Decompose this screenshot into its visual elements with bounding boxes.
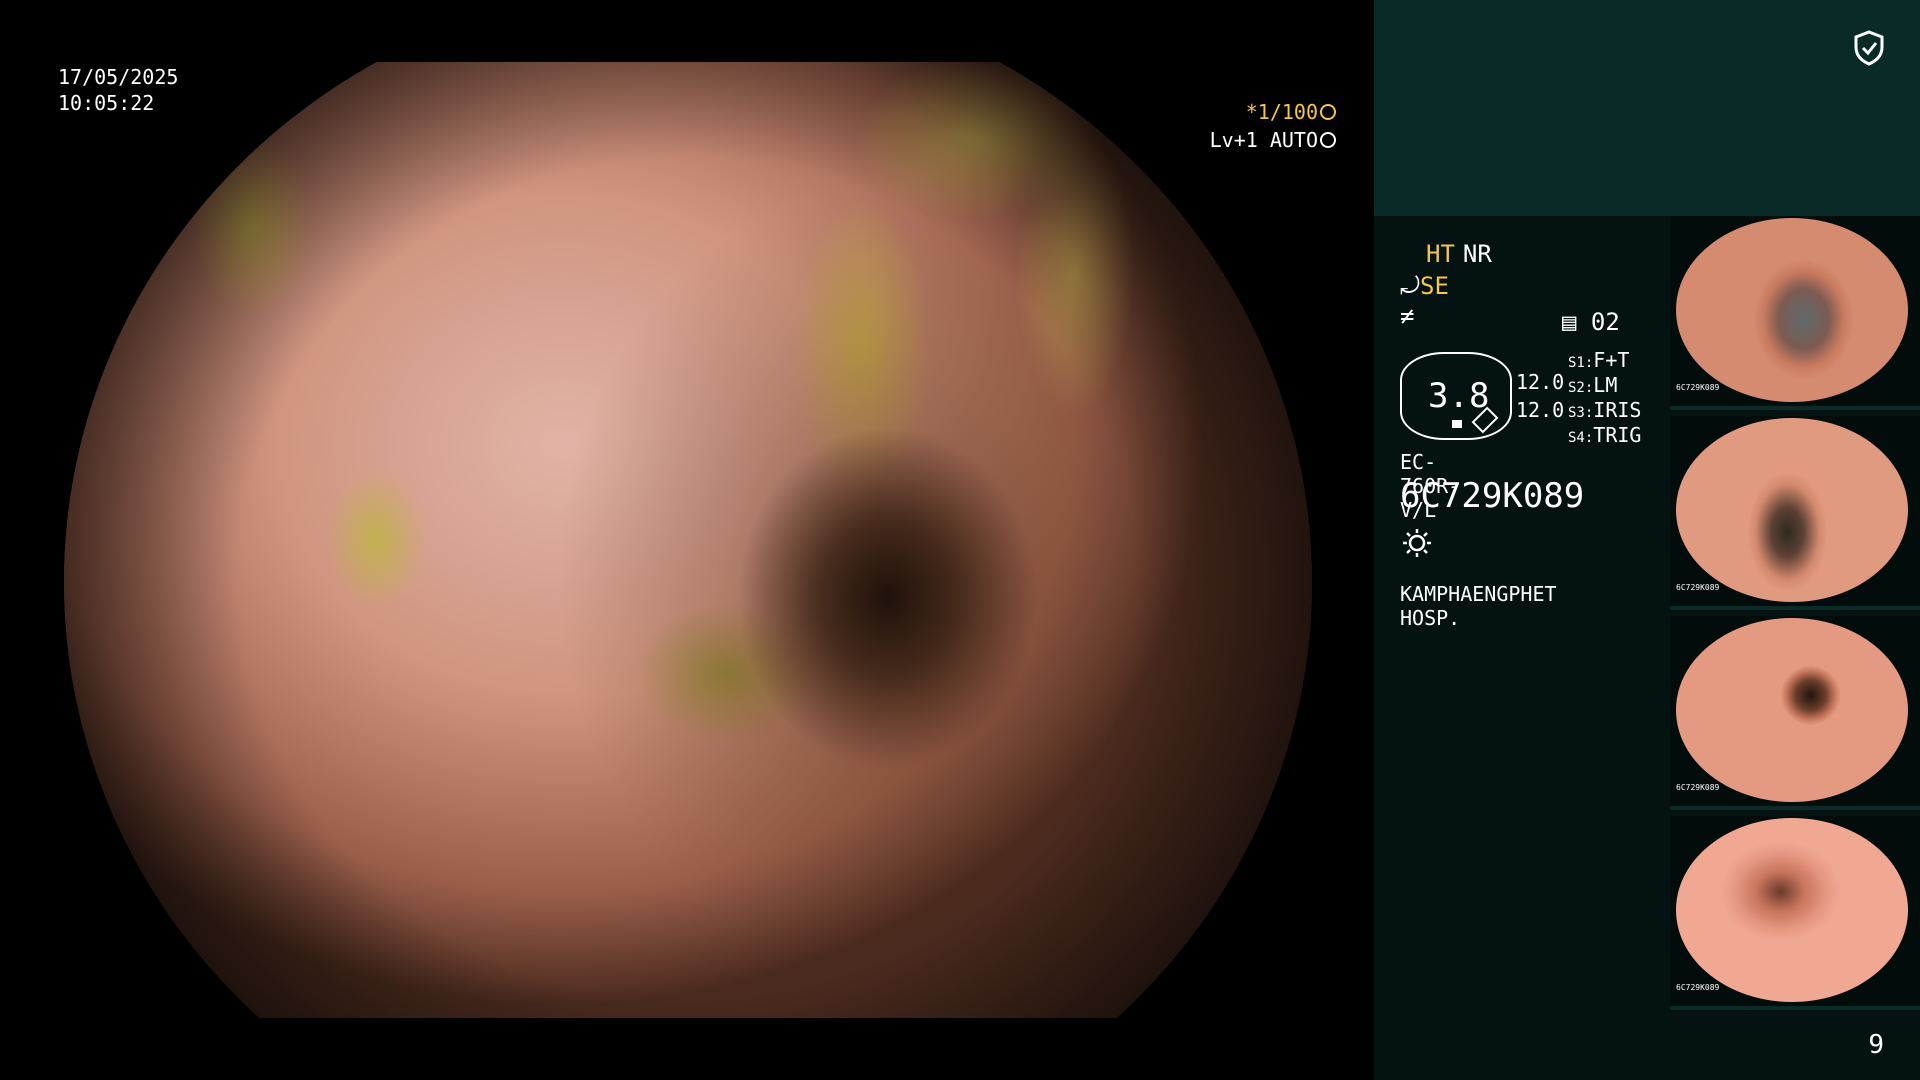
- setting-value: F+T: [1593, 348, 1630, 372]
- setting-key: S4:: [1568, 430, 1594, 446]
- freeze-row: ≠: [1400, 302, 1414, 330]
- thumbnail-image: [1676, 618, 1908, 802]
- gain-1: 12.0: [1516, 370, 1565, 394]
- time-text: 10:05:22: [58, 91, 155, 115]
- thumbnail-label: 6C729K089: [1676, 383, 1720, 392]
- scope-serial: 6C729K089: [1400, 476, 1585, 516]
- freeze-icon: ≠: [1400, 302, 1415, 330]
- thumbnail[interactable]: 6C729K089: [1670, 416, 1920, 610]
- side-panel: HT NR ⤾SE ≠ ▤ 02 3.8 12.0 12.0 S1:F+T S2:…: [1374, 0, 1920, 1080]
- endoscope-main-view: 17/05/2025 10:05:22 *1/100 Lv+1 AUTO: [0, 0, 1374, 1080]
- exposure-level: Lv+1 AUTO: [1210, 128, 1336, 152]
- thumbnail-label: 6C729K089: [1676, 983, 1720, 992]
- setting-value: TRIG: [1593, 423, 1642, 447]
- thumbnail-image: [1676, 218, 1908, 402]
- page-number: 02: [1590, 308, 1620, 336]
- setting-value: IRIS: [1593, 398, 1642, 422]
- brightness-value: 3.8: [1428, 376, 1490, 416]
- page-icon: ▤: [1562, 308, 1577, 336]
- ht-nr-row: HT NR: [1400, 240, 1492, 268]
- level-text: Lv+1 AUTO: [1209, 128, 1318, 152]
- brightness-gauge: 3.8: [1400, 352, 1512, 440]
- gain-2: 12.0: [1516, 398, 1565, 422]
- date-text: 17/05/2025: [58, 65, 179, 89]
- timestamp: 17/05/2025 10:05:22: [58, 64, 178, 116]
- thumbnail-label: 6C729K089: [1676, 583, 1720, 592]
- nr-label: NR: [1462, 240, 1492, 268]
- setting-key: S3:: [1568, 405, 1594, 421]
- setting-key: S2:: [1568, 380, 1594, 396]
- thumbnail-image: [1676, 818, 1908, 1002]
- enhance-icon: ⤾: [1400, 272, 1420, 300]
- setting-s4: S4:TRIG: [1568, 423, 1641, 447]
- setting-s3: S3:IRIS: [1568, 398, 1641, 422]
- auto-iris-icon: [1320, 132, 1336, 148]
- sun-icon: [1403, 529, 1431, 557]
- image-vignette: [64, 62, 1312, 1018]
- thumbnail[interactable]: 6C729K089: [1670, 216, 1920, 410]
- hospital-name: KAMPHAENGPHET HOSP.: [1400, 582, 1557, 630]
- shutter-speed: *1/100: [1246, 100, 1336, 124]
- setting-s2: S2:LM: [1568, 373, 1617, 397]
- se-label: SE: [1420, 272, 1449, 300]
- shutter-text: *1/100: [1245, 100, 1318, 124]
- thumbnail[interactable]: 6C729K089: [1670, 816, 1920, 1010]
- setting-s1: S1:F+T: [1568, 348, 1629, 372]
- gauge-tick: [1452, 420, 1462, 428]
- page-indicator: ▤ 02: [1562, 308, 1620, 336]
- ht-label: HT: [1426, 240, 1455, 268]
- setting-value: LM: [1593, 373, 1618, 397]
- shield-check-icon: [1854, 30, 1884, 66]
- panel-header: [1374, 0, 1920, 216]
- setting-key: S1:: [1568, 355, 1594, 371]
- thumbnail[interactable]: 6C729K089: [1670, 616, 1920, 810]
- se-row: ⤾SE: [1400, 272, 1449, 300]
- thumbnail-label: 6C729K089: [1676, 783, 1720, 792]
- shutter-icon: [1320, 104, 1336, 120]
- frame-count: 9: [1868, 1030, 1884, 1060]
- thumbnail-image: [1676, 418, 1908, 602]
